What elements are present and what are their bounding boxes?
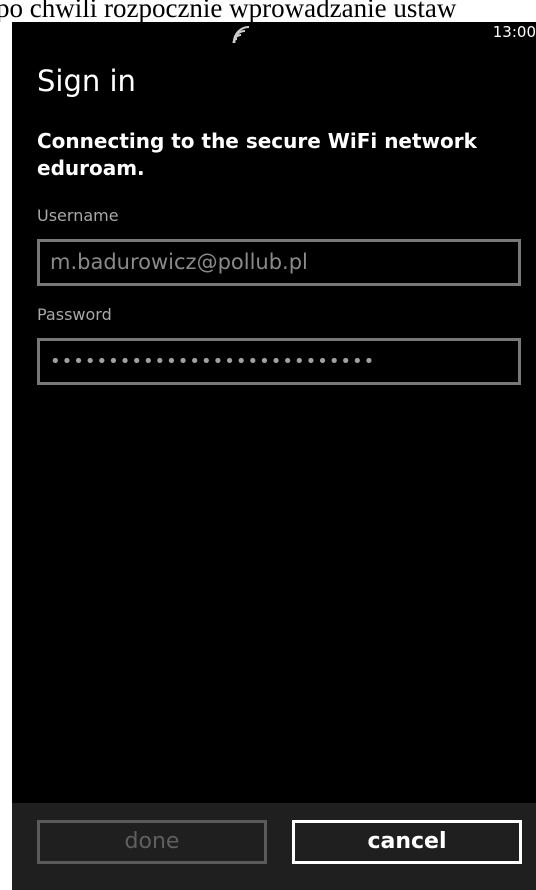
- phone-screen: 13:00 Sign in Connecting to the secure W…: [12, 22, 536, 890]
- wifi-signal-icon: [230, 23, 252, 44]
- done-button[interactable]: done: [37, 820, 267, 864]
- app-bar: done cancel: [12, 803, 536, 890]
- connection-prompt: Connecting to the secure WiFi network ed…: [37, 129, 477, 180]
- caption-strip: po chwili rozpocznie wprowadzanie ustaw: [0, 0, 536, 22]
- status-time: 13:00: [492, 23, 536, 41]
- username-label: Username: [37, 206, 119, 225]
- password-field[interactable]: ••••••••••••••••••••••••••••: [37, 338, 521, 385]
- username-field[interactable]: m.badurowicz@pollub.pl: [37, 239, 521, 286]
- cancel-button[interactable]: cancel: [292, 820, 522, 864]
- page-title: Sign in: [37, 64, 136, 98]
- caption-text: po chwili rozpocznie wprowadzanie ustaw: [0, 0, 457, 22]
- password-label: Password: [37, 305, 112, 324]
- status-bar: 13:00: [12, 22, 536, 44]
